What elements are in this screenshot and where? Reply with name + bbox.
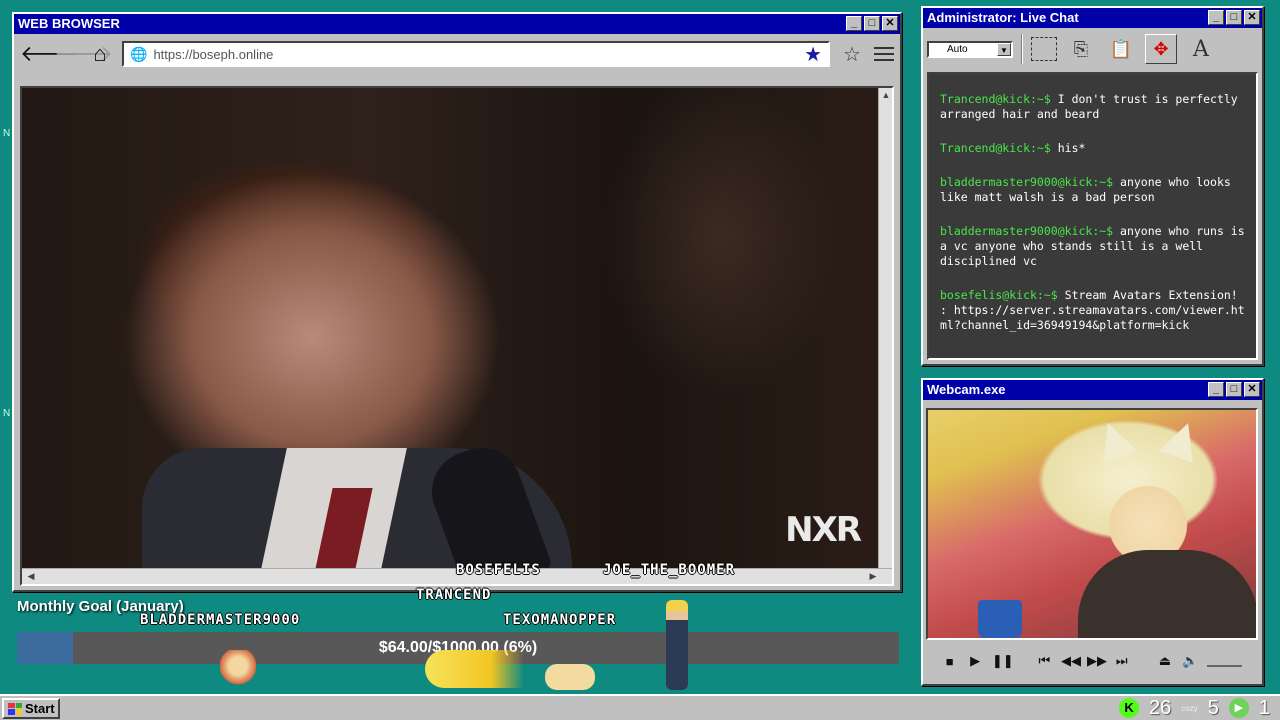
zoom-value: Auto <box>947 43 968 55</box>
url-text[interactable]: https://boseph.online <box>153 47 798 62</box>
chat-username[interactable]: Trancend@kick:~$ <box>940 141 1051 155</box>
stop-icon[interactable]: ■ <box>941 654 958 669</box>
select-icon[interactable] <box>1031 37 1057 61</box>
webcam-window: Webcam.exe _ □ ✕ ■ ▶ ❚❚ ⏮ ◀◀ ▶▶ ⏭ ⏏ 🔈 <box>921 378 1264 686</box>
move-icon[interactable]: ✥ <box>1145 34 1177 64</box>
vertical-scrollbar[interactable]: ▲ <box>878 88 892 572</box>
chat-username[interactable]: bosefelis@kick:~$ <box>940 288 1058 302</box>
paste-icon[interactable]: 📋 <box>1105 34 1137 64</box>
browser-viewport: NXR ▲ ◀ ▶ <box>20 86 894 586</box>
chat-message: bladdermaster9000@kick:~$ anyone who loo… <box>940 175 1246 205</box>
maximize-button[interactable]: □ <box>1226 382 1242 397</box>
close-button[interactable]: ✕ <box>1244 382 1260 397</box>
minimize-button[interactable]: _ <box>846 16 862 31</box>
close-button[interactable]: ✕ <box>1244 10 1260 25</box>
font-icon[interactable]: A <box>1185 34 1217 64</box>
forward-arrow-icon[interactable]: 🡒 <box>54 41 113 67</box>
system-tray: K 26 cozy 5 ▶ 1 <box>1119 696 1270 720</box>
avatar-name: TEXOMANOPPER <box>503 612 617 628</box>
webcam-title: Webcam.exe <box>927 382 1006 397</box>
chat-message: Trancend@kick:~$ I don't trust is perfec… <box>940 92 1246 122</box>
chat-text: his* <box>1057 141 1086 155</box>
start-button[interactable]: Start <box>2 698 60 719</box>
volume-slider[interactable] <box>1207 655 1242 667</box>
chat-messages[interactable]: Trancend@kick:~$ I don't trust is perfec… <box>927 72 1258 360</box>
webcam-titlebar[interactable]: Webcam.exe _ □ ✕ <box>923 380 1262 400</box>
mug <box>978 600 1022 638</box>
chat-username[interactable]: bladdermaster9000@kick:~$ <box>940 175 1113 189</box>
scroll-left-icon[interactable]: ◀ <box>24 571 38 582</box>
play-circle-icon[interactable]: ▶ <box>1228 698 1249 718</box>
browser-titlebar[interactable]: WEB BROWSER _ □ ✕ <box>14 14 900 34</box>
video-frame[interactable]: NXR <box>22 88 882 584</box>
zoom-dropdown[interactable]: Auto ▼ <box>927 40 1013 58</box>
avatar-name: TRANCEND <box>416 587 492 603</box>
taskbar: Start K 26 cozy 5 ▶ 1 <box>0 694 1280 720</box>
chat-username[interactable]: Trancend@kick:~$ <box>940 92 1051 106</box>
rewind-icon[interactable]: ◀◀ <box>1061 653 1081 669</box>
viewer-count: 26 <box>1149 696 1172 719</box>
bookmark-star-filled-icon[interactable]: ★ <box>804 42 822 67</box>
avatar-name: JOE_THE_BOOMER <box>603 562 736 578</box>
video-watermark-logo: NXR <box>785 510 862 550</box>
start-label: Start <box>25 701 55 716</box>
avatar-body <box>1078 550 1256 638</box>
counter-2: 5 <box>1207 696 1219 719</box>
cat-ear-right <box>1158 416 1206 464</box>
kick-logo-icon[interactable]: K <box>1119 698 1140 718</box>
desktop-icon-fragment[interactable]: N <box>3 408 10 419</box>
hamburger-menu-icon[interactable] <box>874 47 894 61</box>
chat-toolbar: Auto ▼ ⎘ 📋 ✥ A <box>923 28 1262 70</box>
address-bar[interactable]: 🌐 https://boseph.online ★ <box>122 41 830 67</box>
minimize-button[interactable]: _ <box>1208 10 1224 25</box>
eject-icon[interactable]: ⏏ <box>1156 653 1173 669</box>
close-button[interactable]: ✕ <box>882 16 898 31</box>
avatar-name: BOSEFELIS <box>456 562 541 578</box>
counter-3: 1 <box>1258 696 1270 719</box>
back-arrow-icon[interactable]: 🡐 <box>20 41 79 67</box>
globe-icon: 🌐 <box>130 45 148 62</box>
toolbar-divider <box>1021 34 1023 64</box>
minimize-button[interactable]: _ <box>1208 382 1224 397</box>
skip-forward-icon[interactable]: ⏭ <box>1113 653 1130 669</box>
copy-icon[interactable]: ⎘ <box>1065 34 1097 64</box>
play-icon[interactable]: ▶ <box>966 653 983 669</box>
browser-title: WEB BROWSER <box>18 16 120 31</box>
scroll-right-icon[interactable]: ▶ <box>866 571 880 582</box>
maximize-button[interactable]: □ <box>1226 10 1242 25</box>
cozy-icon: cozy <box>1181 703 1198 713</box>
fast-forward-icon[interactable]: ▶▶ <box>1087 653 1107 669</box>
media-controls: ■ ▶ ❚❚ ⏮ ◀◀ ▶▶ ⏭ ⏏ 🔈 <box>927 646 1258 676</box>
chat-message: bosefelis@kick:~$ Stream Avatars Extensi… <box>940 288 1246 333</box>
chevron-down-icon[interactable]: ▼ <box>997 42 1011 56</box>
chat-titlebar[interactable]: Administrator: Live Chat _ □ ✕ <box>923 8 1262 28</box>
browser-toolbar: 🡐 🡒 ⌂ 🌐 https://boseph.online ★ ☆ <box>14 34 900 74</box>
chat-message: bladdermaster9000@kick:~$ anyone who run… <box>940 224 1246 269</box>
home-icon[interactable]: ⌂ <box>88 41 112 67</box>
scroll-up-icon[interactable]: ▲ <box>879 90 892 100</box>
maximize-button[interactable]: □ <box>864 16 880 31</box>
chat-username[interactable]: bladdermaster9000@kick:~$ <box>940 224 1113 238</box>
live-chat-window: Administrator: Live Chat _ □ ✕ Auto ▼ ⎘ … <box>921 6 1264 366</box>
cat-ear-left <box>1090 416 1138 464</box>
windows-logo-icon <box>8 702 22 715</box>
volume-icon[interactable]: 🔈 <box>1182 653 1199 669</box>
desktop-icon-fragment[interactable]: N <box>3 128 10 139</box>
pause-icon[interactable]: ❚❚ <box>992 653 1014 669</box>
pixel-avatar-sprite <box>666 600 688 690</box>
browser-window: WEB BROWSER _ □ ✕ 🡐 🡒 ⌂ 🌐 https://boseph… <box>12 12 902 592</box>
pixel-avatar-sprite <box>220 650 256 690</box>
chat-message: Trancend@kick:~$ his* <box>940 141 1246 156</box>
pixel-avatar-sprite <box>545 664 595 690</box>
bookmarks-star-icon[interactable]: ☆ <box>840 42 864 67</box>
chat-title: Administrator: Live Chat <box>927 10 1079 25</box>
pixel-avatar-sprite <box>425 650 535 688</box>
avatar-name: BLADDERMASTER9000 <box>140 612 301 628</box>
skip-back-icon[interactable]: ⏮ <box>1036 653 1053 669</box>
webcam-feed <box>926 408 1258 640</box>
